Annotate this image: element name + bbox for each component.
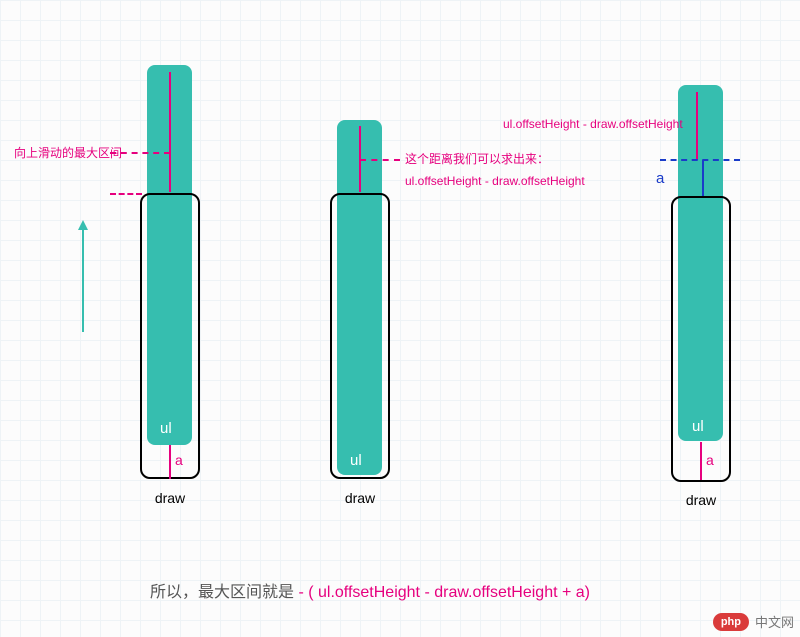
right-a-label-bottom: a [706, 452, 714, 468]
right-measure-blue [702, 160, 704, 196]
watermark-logo: php [713, 613, 749, 631]
mid-annotation-line1: 这个距离我们可以求出来： [405, 150, 549, 168]
right-measure-pink [696, 92, 698, 160]
left-ul-center-line [169, 72, 171, 192]
mid-dash [360, 159, 400, 161]
left-a-label: a [175, 452, 183, 468]
left-draw-caption: draw [140, 490, 200, 506]
left-annotation: 向上滑动的最大区间 [14, 144, 122, 162]
mid-ul-label: ul [350, 452, 362, 469]
right-draw-caption: draw [671, 492, 731, 508]
left-dash-bottom [110, 193, 142, 195]
right-annotation: ul.offsetHeight - draw.offsetHeight [503, 115, 683, 133]
up-arrow-icon [82, 222, 84, 332]
conclusion-prefix: 所以，最大区间就是 [150, 584, 298, 601]
left-ul-label: ul [160, 420, 172, 437]
left-a-line [169, 445, 171, 479]
mid-draw-caption: draw [330, 490, 390, 506]
right-ul-label: ul [692, 418, 704, 435]
mid-annotation-line2: ul.offsetHeight - draw.offsetHeight [405, 172, 585, 190]
conclusion-text: 所以，最大区间就是 - ( ul.offsetHeight - draw.off… [150, 578, 590, 602]
watermark: php 中文网 [713, 612, 794, 631]
right-a-label-top: a [656, 170, 664, 187]
right-draw-box [671, 196, 731, 482]
conclusion-formula: - ( ul.offsetHeight - draw.offsetHeight … [298, 584, 590, 601]
right-dash-blue [660, 159, 740, 161]
mid-draw-box [330, 193, 390, 479]
right-a-line [700, 442, 702, 480]
watermark-text: 中文网 [755, 612, 794, 631]
diagram-stage: ul a draw 向上滑动的最大区间 ul draw 这个距离我们可以求出来：… [0, 0, 800, 637]
